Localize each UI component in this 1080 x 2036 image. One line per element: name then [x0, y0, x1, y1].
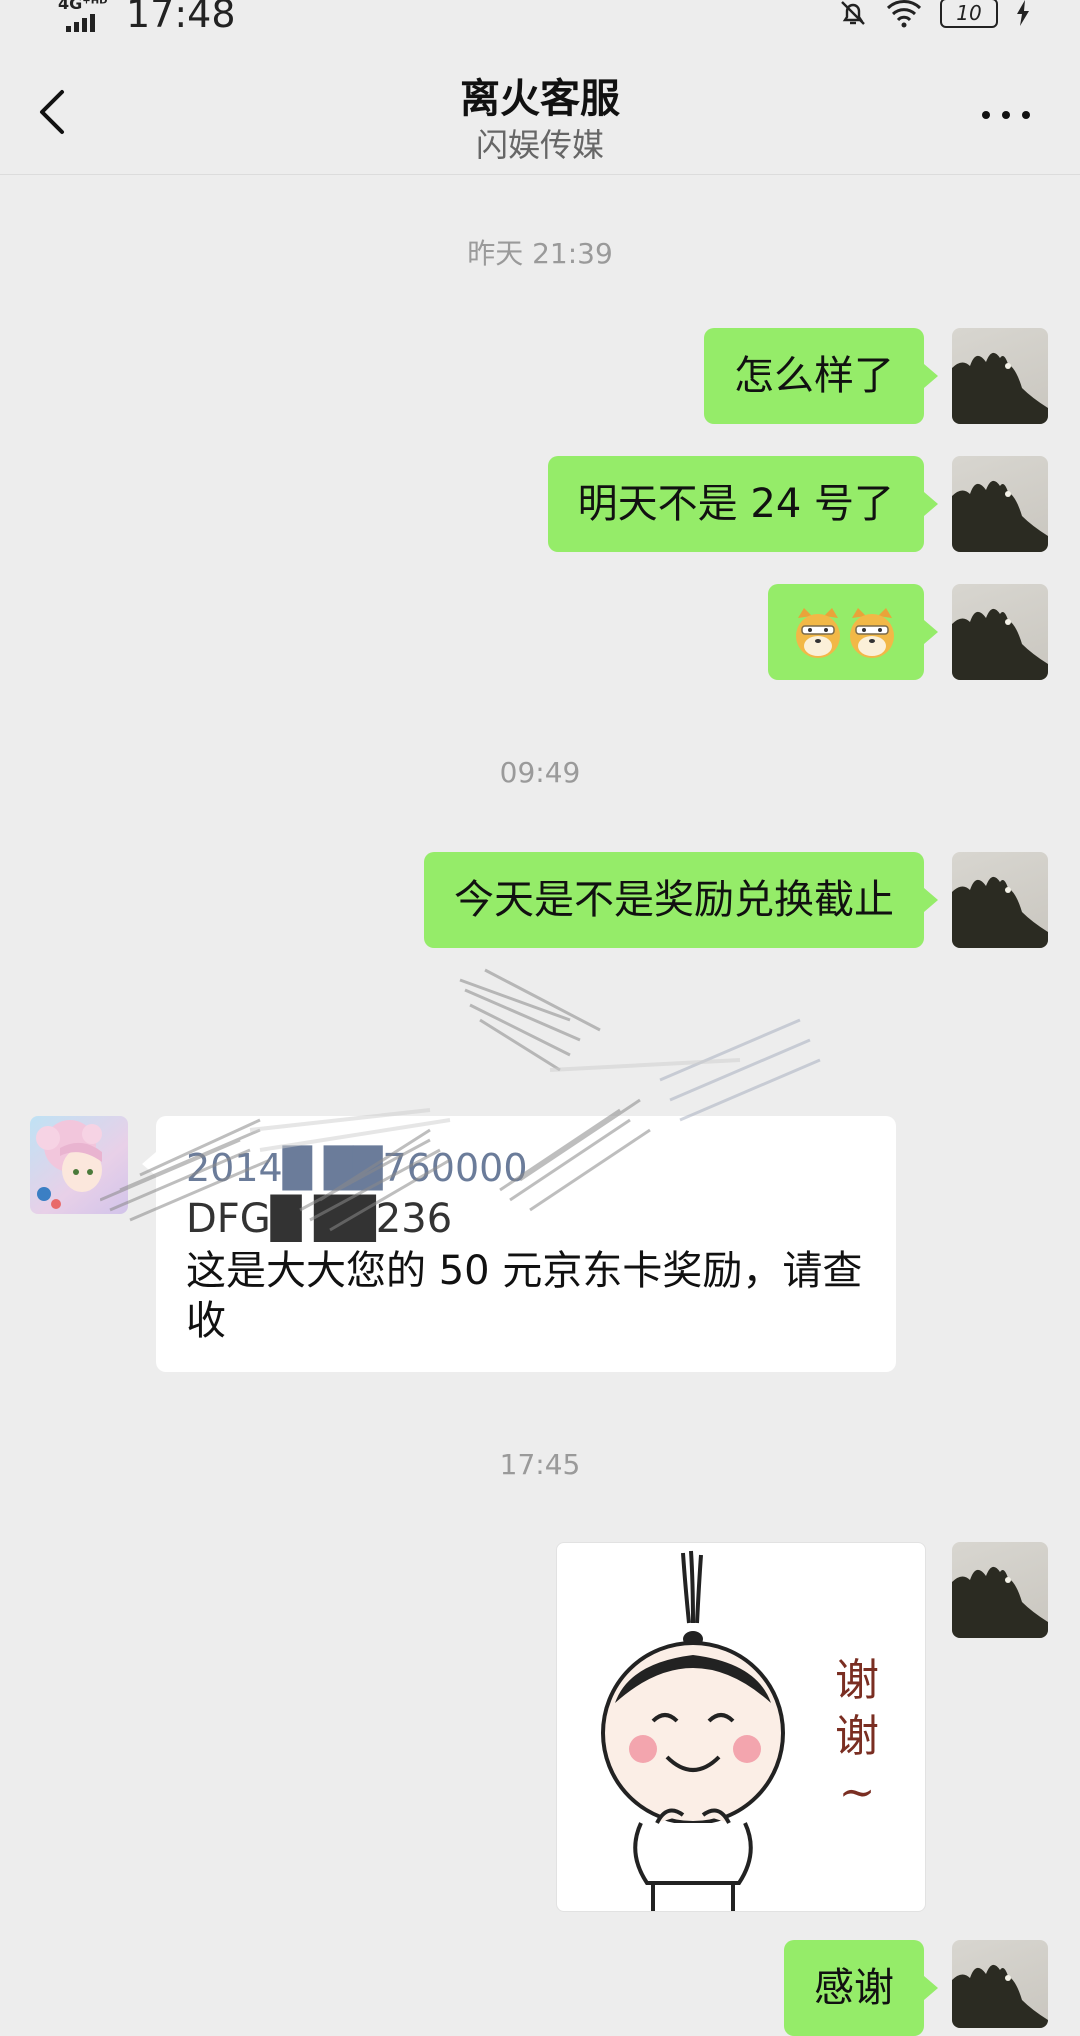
reward-card-code: DFG█ ██236 [186, 1196, 453, 1242]
chat-title: 离火客服 [460, 76, 620, 122]
sticker-caption: 谢谢~ [835, 1655, 879, 1818]
signal-icon [66, 14, 95, 32]
more-options-icon[interactable] [976, 100, 1036, 130]
avatar-customer-service[interactable] [30, 1116, 128, 1214]
message-bubble-sent[interactable]: 感谢 [784, 1940, 938, 2036]
timestamp: 17:45 [499, 1448, 581, 1481]
reward-card-number: 2014█ ██760000 [186, 1146, 528, 1190]
avatar[interactable] [952, 584, 1048, 680]
wifi-icon [886, 0, 922, 28]
network-type: 4G⁺ᴴᴰ [58, 0, 108, 13]
chat-header: 离火客服 闪娱传媒 [0, 40, 1080, 175]
sticker-message[interactable]: 谢谢~ [556, 1542, 926, 1912]
status-bar: 4G⁺ᴴᴰ 17:48 10 [0, 0, 1080, 40]
chat-subtitle: 闪娱传媒 [475, 126, 604, 164]
message-bubble-received[interactable]: 2014█ ██760000 DFG█ ██236 这是大大您的 50 元京东卡… [142, 1116, 896, 1372]
message-bubble-sent[interactable]: 明天不是 24 号了 [547, 456, 939, 552]
charging-icon [1017, 0, 1029, 26]
avatar[interactable] [952, 456, 1048, 552]
status-time: 17:48 [126, 0, 236, 36]
avatar[interactable] [952, 328, 1048, 424]
doge-emoji-icon [796, 608, 894, 658]
message-bubble-sent[interactable]: 怎么样了 [704, 328, 938, 424]
mute-bell-icon [841, 1, 865, 25]
reward-message-text: 这是大大您的 50 元京东卡奖励，请查收 [186, 1248, 863, 1344]
timestamp: 昨天 21:39 [467, 237, 613, 270]
message-bubble-sent[interactable]: 🐱🐱 [768, 584, 938, 680]
avatar[interactable] [952, 852, 1048, 948]
battery-icon: 10 [940, 0, 998, 28]
avatar[interactable] [952, 1940, 1048, 2028]
message-bubble-sent[interactable]: 今天是不是奖励兑换截止 [424, 852, 938, 948]
avatar[interactable] [952, 1542, 1048, 1638]
timestamp: 09:49 [499, 756, 581, 789]
